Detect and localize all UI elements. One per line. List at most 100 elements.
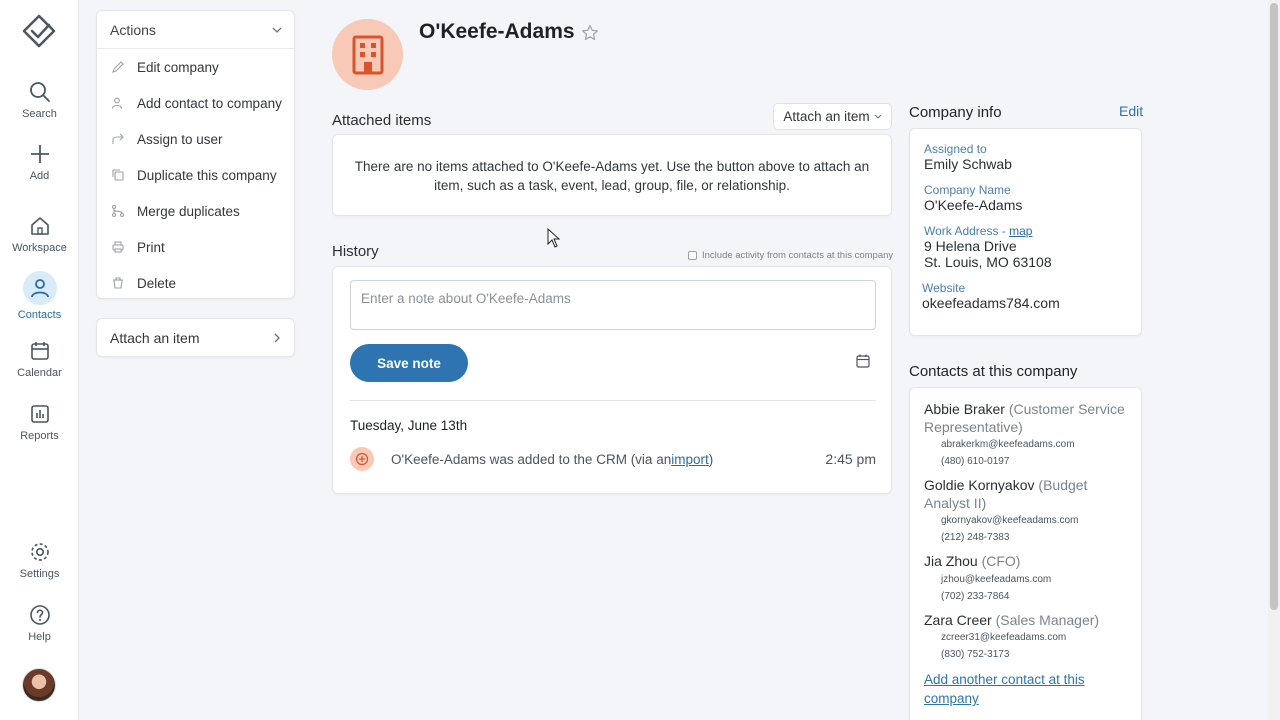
- company-info-edit-link[interactable]: Edit: [1119, 103, 1143, 119]
- printer-icon: [112, 241, 124, 253]
- pencil-icon: [112, 61, 124, 73]
- company-avatar: [332, 19, 403, 90]
- contact-phone[interactable]: (702) 233-7864: [924, 588, 1127, 605]
- note-input[interactable]: Enter a note about O'Keefe-Adams: [350, 280, 876, 330]
- home-icon: [30, 217, 49, 235]
- history-event: O'Keefe-Adams was added to the CRM (via …: [350, 447, 876, 471]
- contact-email[interactable]: abrakerkm@keefeadams.com: [924, 436, 1127, 453]
- address-line-1: 9 Helena Drive: [924, 238, 1017, 254]
- include-contacts-activity[interactable]: Include activity from contacts at this c…: [688, 250, 893, 261]
- contact-email[interactable]: gkornyakov@keefeadams.com: [924, 512, 1127, 529]
- contact-email[interactable]: zcreer31@keefeadams.com: [924, 629, 1127, 646]
- actions-header[interactable]: Actions: [97, 11, 294, 49]
- contact-name[interactable]: Goldie Kornyakov: [924, 477, 1035, 493]
- person-icon: [30, 279, 49, 298]
- mouse-cursor-icon: [547, 228, 561, 248]
- nav-label: Workspace: [12, 242, 67, 254]
- contact-item[interactable]: Jia Zhou (CFO) jzhou@keefeadams.com (702…: [924, 553, 1127, 605]
- page-title: O'Keefe-Adams: [419, 20, 575, 43]
- add-another-contact-link[interactable]: Add another contact at this company: [924, 670, 1127, 708]
- actions-panel: Actions Edit company Add contact to comp…: [96, 10, 295, 299]
- nav-label: Search: [22, 108, 57, 120]
- action-edit-company[interactable]: Edit company: [97, 49, 294, 85]
- action-label: Delete: [137, 275, 177, 291]
- contacts-card: Abbie Braker (Customer Service Represent…: [909, 387, 1142, 720]
- contact-phone[interactable]: (480) 610-0197: [924, 453, 1127, 470]
- nav-contacts[interactable]: Contacts: [0, 271, 79, 321]
- contact-role: (CFO): [981, 553, 1021, 569]
- attach-item-button[interactable]: Attach an item: [773, 103, 892, 130]
- history-event-text: O'Keefe-Adams was added to the CRM (via …: [391, 451, 672, 467]
- nav-label: Contacts: [17, 309, 62, 321]
- contact-item[interactable]: Zara Creer (Sales Manager) zcreer31@keef…: [924, 612, 1127, 664]
- save-note-button[interactable]: Save note: [350, 344, 468, 382]
- action-delete[interactable]: Delete: [97, 265, 294, 301]
- contacts-title: Contacts at this company: [909, 363, 1078, 380]
- action-label: Add contact to company: [137, 95, 282, 111]
- nav-settings[interactable]: Settings: [0, 540, 79, 580]
- contact-phone[interactable]: (212) 248-7383: [924, 529, 1127, 546]
- action-print[interactable]: Print: [97, 229, 294, 265]
- attached-items-card: There are no items attached to O'Keefe-A…: [332, 134, 892, 216]
- import-link[interactable]: import: [671, 452, 709, 467]
- nav-label: Reports: [20, 430, 59, 442]
- include-activity-label: Include activity from contacts at this c…: [702, 250, 894, 261]
- nav-search[interactable]: Search: [0, 80, 79, 120]
- action-duplicate[interactable]: Duplicate this company: [97, 157, 294, 193]
- app-logo-icon[interactable]: [19, 13, 59, 53]
- company-name-label: Company Name: [924, 183, 1011, 197]
- address-line-2: St. Louis, MO 63108: [924, 254, 1052, 270]
- contact-name[interactable]: Abbie Braker: [924, 401, 1005, 417]
- star-icon[interactable]: [581, 24, 599, 42]
- share-arrow-icon: [112, 133, 124, 144]
- nav-calendar[interactable]: Calendar: [0, 339, 79, 379]
- website-label: Website: [922, 281, 966, 295]
- company-info-title: Company info: [909, 104, 1002, 121]
- work-address-label-text: Work Address -: [924, 224, 1010, 238]
- chevron-down-icon: [874, 114, 882, 119]
- contact-item[interactable]: Abbie Braker (Customer Service Represent…: [924, 401, 1127, 470]
- page-scrollbar[interactable]: [1268, 0, 1280, 720]
- nav-reports[interactable]: Reports: [0, 402, 79, 442]
- history-title: History: [332, 243, 379, 260]
- plus-icon: [30, 145, 49, 163]
- company-name-value: O'Keefe-Adams: [924, 197, 1023, 213]
- contact-item[interactable]: Goldie Kornyakov (Budget Analyst II) gko…: [924, 477, 1127, 546]
- nav-label: Add: [29, 170, 50, 182]
- actions-title: Actions: [110, 21, 156, 38]
- calendar-icon[interactable]: [855, 353, 871, 369]
- action-label: Edit company: [137, 59, 219, 75]
- copy-icon: [112, 169, 124, 181]
- contact-phone[interactable]: (830) 752-3173: [924, 646, 1127, 663]
- include-activity-checkbox[interactable]: [688, 251, 697, 260]
- history-event-time: 2:45 pm: [825, 451, 876, 467]
- nav-add[interactable]: Add: [0, 142, 79, 182]
- nav-workspace[interactable]: Workspace: [0, 214, 79, 254]
- chevron-down-icon: [272, 27, 282, 33]
- help-icon: [29, 605, 50, 625]
- gear-icon: [30, 543, 49, 561]
- action-assign-user[interactable]: Assign to user: [97, 121, 294, 157]
- attached-empty-text: There are no items attached to O'Keefe-A…: [354, 159, 870, 193]
- action-label: Assign to user: [137, 131, 223, 147]
- contact-name[interactable]: Zara Creer: [924, 612, 992, 628]
- work-address-value: 9 Helena Drive St. Louis, MO 63108: [924, 238, 1127, 270]
- map-link[interactable]: map: [1009, 224, 1032, 238]
- nav-rail: Search Add Workspace Contacts Calendar R…: [0, 0, 79, 720]
- action-label: Merge duplicates: [137, 203, 240, 219]
- user-avatar[interactable]: [22, 668, 56, 702]
- contact-email[interactable]: jzhou@keefeadams.com: [924, 571, 1127, 588]
- action-add-contact[interactable]: Add contact to company: [97, 85, 294, 121]
- scrollbar-thumb[interactable]: [1270, 3, 1278, 610]
- nav-label: Settings: [19, 568, 60, 580]
- action-merge[interactable]: Merge duplicates: [97, 193, 294, 229]
- action-label: Print: [137, 239, 165, 255]
- website-value[interactable]: okeefeadams784.com: [922, 295, 1127, 311]
- note-placeholder: Enter a note about O'Keefe-Adams: [361, 291, 571, 306]
- contact-name[interactable]: Jia Zhou: [924, 553, 978, 569]
- nav-help[interactable]: Help: [0, 603, 79, 643]
- attach-item-panel[interactable]: Attach an item: [96, 318, 295, 357]
- action-label: Duplicate this company: [137, 167, 277, 183]
- nav-label: Help: [28, 631, 51, 643]
- attach-item-button-label: Attach an item: [783, 109, 870, 124]
